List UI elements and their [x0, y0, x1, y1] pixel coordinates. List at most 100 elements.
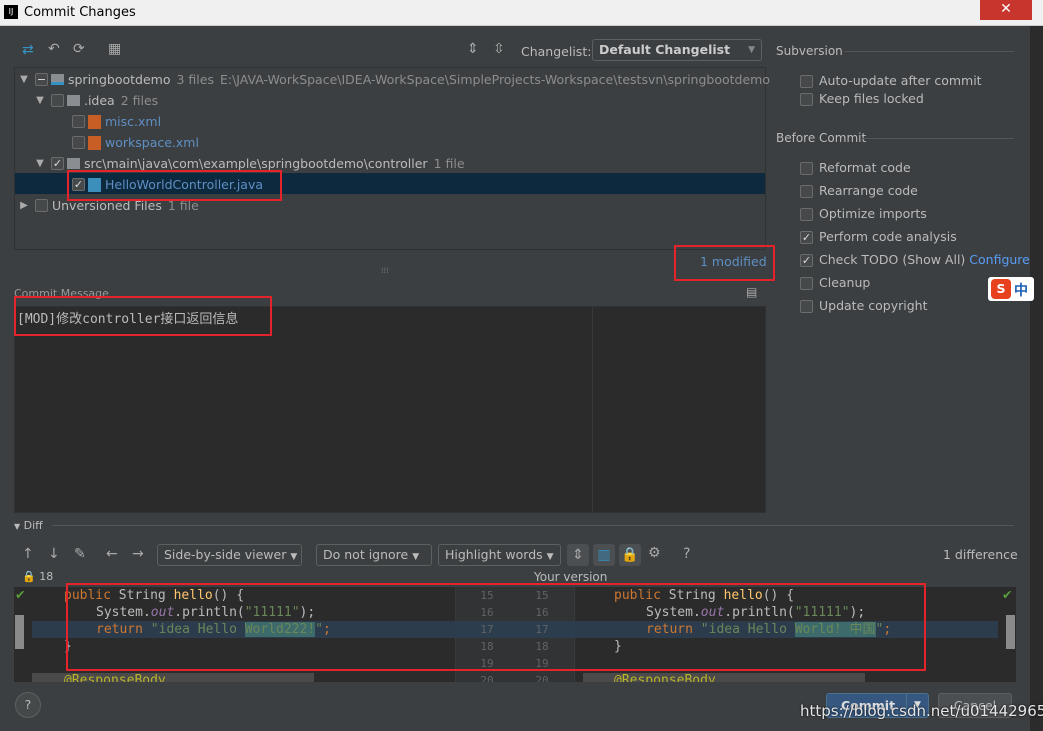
expand-all-icon[interactable]: ⇕: [467, 41, 479, 57]
checkbox[interactable]: [72, 136, 85, 149]
folder-icon: [66, 158, 80, 169]
tree-node-misc[interactable]: misc.xml: [15, 110, 765, 131]
checkbox[interactable]: ✓: [50, 157, 64, 170]
reformat-checkbox[interactable]: Reformat code: [800, 159, 911, 177]
history-icon[interactable]: ▤: [746, 285, 757, 299]
sync-scroll-icon[interactable]: ▥: [593, 544, 615, 566]
changes-tree: ▼ − springbootdemo 3 files E:\JAVA-WorkSpac…: [14, 67, 770, 250]
changelist-select[interactable]: Default Changelist ▼: [592, 39, 762, 61]
node-count: 3 files: [176, 72, 214, 87]
xml-file-icon: [88, 135, 101, 150]
diff-arrows-icon[interactable]: ⇄: [22, 42, 34, 58]
node-name: src\main\java\com\example\springbootdemo…: [83, 156, 428, 171]
update-copyright-checkbox[interactable]: Update copyright: [800, 297, 927, 315]
next-diff-icon[interactable]: ↓: [48, 546, 60, 562]
checkbox[interactable]: [34, 199, 48, 212]
option-label: Auto-update after commit: [819, 73, 982, 88]
group-by-icon[interactable]: ▦: [108, 41, 121, 57]
node-name: workspace.xml: [105, 135, 199, 150]
checkbox[interactable]: ✓: [800, 231, 813, 244]
cleanup-checkbox[interactable]: Cleanup: [800, 274, 870, 292]
checkbox[interactable]: [800, 277, 813, 290]
sogou-logo-icon: S: [991, 279, 1011, 299]
checkbox[interactable]: ✓: [800, 254, 813, 267]
chevron-down-icon: ▼: [546, 552, 554, 562]
scrollbar-right[interactable]: [1006, 615, 1015, 649]
checkbox[interactable]: [800, 75, 813, 88]
lock-icon[interactable]: 🔒: [619, 544, 641, 566]
scrollbar-left[interactable]: [15, 615, 24, 649]
tree-node-module[interactable]: ▼ − springbootdemo 3 files E:\JAVA-WorkSpac…: [15, 68, 770, 90]
node-name: springbootdemo: [67, 72, 171, 87]
checkbox[interactable]: [800, 93, 813, 106]
lock-small-icon: 🔒: [22, 570, 36, 583]
viewer-value: Side-by-side viewer: [164, 547, 287, 562]
refresh-icon[interactable]: ⟳: [73, 41, 85, 57]
annotation-box: [14, 296, 272, 336]
check-icon: ✔: [15, 587, 26, 602]
annotation-box: [674, 245, 775, 281]
help-button[interactable]: ?: [15, 692, 41, 718]
divider: [52, 525, 1014, 526]
highlight-select[interactable]: Highlight words ▼: [438, 544, 561, 566]
changelist-value: Default Changelist: [599, 42, 731, 57]
changelist-label: Changelist:: [521, 44, 592, 59]
expand-icon[interactable]: ▼: [33, 90, 47, 111]
check-todo-checkbox[interactable]: ✓ Check TODO (Show All) Configure: [800, 251, 1030, 269]
option-label: Keep files locked: [819, 91, 924, 106]
collapsed-icon[interactable]: ▶: [17, 195, 31, 216]
ime-indicator[interactable]: S 中: [988, 277, 1034, 301]
auto-update-checkbox[interactable]: Auto-update after commit: [800, 72, 982, 90]
your-version-label: Your version: [534, 570, 608, 584]
commit-message-input[interactable]: [MOD]修改controller接口返回信息: [14, 306, 766, 513]
tree-node-idea[interactable]: ▼ .idea 2 files: [15, 89, 765, 110]
right-margin-guide: [592, 307, 593, 512]
collapse-all-icon[interactable]: ⇳: [493, 41, 505, 57]
checkbox[interactable]: [50, 94, 64, 107]
chevron-down-icon: ▼: [748, 45, 755, 55]
keep-locked-checkbox[interactable]: Keep files locked: [800, 90, 924, 108]
chevron-down-icon: ▼: [412, 552, 420, 562]
diff-toggle[interactable]: ▼ Diff: [14, 519, 43, 532]
viewer-select[interactable]: Side-by-side viewer ▼: [157, 544, 302, 566]
expand-icon[interactable]: ▼: [33, 153, 47, 174]
next-file-icon[interactable]: →: [132, 546, 144, 562]
folder-icon: [66, 95, 80, 106]
line-indicator: 🔒 18: [22, 570, 53, 583]
checkbox[interactable]: [800, 300, 813, 313]
configure-link[interactable]: Configure: [969, 252, 1030, 267]
close-button[interactable]: ✕: [980, 0, 1032, 20]
ignore-select[interactable]: Do not ignore ▼: [316, 544, 432, 566]
option-label: Rearrange code: [819, 183, 918, 198]
settings-gear-icon[interactable]: ⚙: [648, 545, 661, 561]
optimize-imports-checkbox[interactable]: Optimize imports: [800, 205, 927, 223]
subversion-title: Subversion: [776, 44, 843, 58]
code-analysis-checkbox[interactable]: ✓ Perform code analysis: [800, 228, 957, 246]
diff-help-button[interactable]: ?: [683, 546, 690, 562]
node-count: 2 files: [120, 93, 159, 108]
rearrange-checkbox[interactable]: Rearrange code: [800, 182, 918, 200]
option-label: Cleanup: [819, 275, 871, 290]
collapse-icon: ▼: [14, 522, 21, 531]
check-icon: ✔: [1002, 587, 1013, 602]
divider: [844, 51, 1014, 52]
collapse-unchanged-icon[interactable]: ⇕: [567, 544, 589, 566]
checkbox-partial[interactable]: −: [34, 73, 48, 86]
splitter-handle[interactable]: ⁞⁞⁞: [381, 266, 389, 275]
expand-icon[interactable]: ▼: [17, 69, 31, 90]
edit-icon[interactable]: ✎: [74, 546, 86, 562]
checkbox[interactable]: [800, 208, 813, 221]
diff-title: Diff: [23, 519, 43, 532]
checkbox[interactable]: [800, 185, 813, 198]
checkbox[interactable]: [72, 115, 85, 128]
tree-node-workspace[interactable]: workspace.xml: [15, 131, 765, 152]
option-label: Update copyright: [819, 298, 928, 313]
line-number: 18: [39, 570, 54, 583]
difference-count: 1 difference: [943, 547, 1018, 562]
prev-diff-icon[interactable]: ↑: [22, 546, 34, 562]
revert-icon[interactable]: ↶: [48, 41, 60, 57]
prev-file-icon[interactable]: ←: [106, 546, 118, 562]
chevron-down-icon: ▼: [290, 552, 298, 562]
before-commit-title: Before Commit: [776, 131, 867, 145]
checkbox[interactable]: [800, 162, 813, 175]
